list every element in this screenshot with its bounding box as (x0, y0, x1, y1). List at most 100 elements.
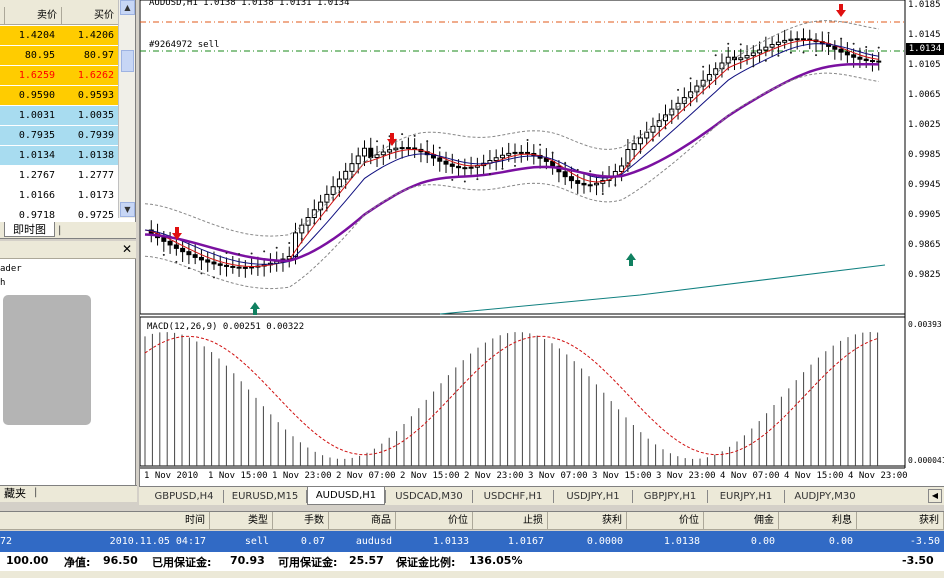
terminal-column-header[interactable]: 利息 (779, 512, 857, 530)
quote-row[interactable]: 0.9718 0.9725 (0, 206, 118, 222)
fast-ma-line (144, 39, 879, 268)
sar-dot (702, 65, 705, 68)
candle-body (387, 149, 393, 153)
tab-audusd-h1[interactable]: AUDUSD,H1 (307, 487, 385, 505)
time-axis-tick: 4 Nov 07:00 (720, 471, 780, 481)
bid-column-header[interactable]: 卖价 (4, 7, 61, 24)
navigator-item[interactable]: ader (0, 264, 22, 274)
tab-separator: | (34, 487, 38, 498)
terminal-column-header[interactable]: 商品 (329, 512, 396, 530)
chart-tabs-scroll[interactable]: ◀ (928, 489, 942, 503)
sar-dot (313, 222, 316, 225)
sar-dot (212, 276, 215, 279)
tab-usdjpy-h1[interactable]: USDJPY,H1 (554, 488, 632, 505)
bid-price: 1.6259 (18, 70, 55, 81)
navigator-item[interactable]: h (0, 278, 5, 288)
scroll-up-button[interactable]: ▲ (120, 0, 135, 15)
sar-dot (426, 140, 429, 143)
scroll-thumb[interactable] (121, 50, 134, 72)
candle-body (807, 38, 813, 41)
price-axis-tick: 0.9825 (908, 270, 941, 280)
quote-row[interactable]: 1.0134 1.0138 (0, 146, 118, 166)
terminal-column-header[interactable]: 佣金 (704, 512, 779, 530)
chart-title: AUDUSD,H1 1.0138 1.0138 1.0131 1.0134 (149, 0, 350, 8)
terminal-column-header[interactable]: 价位 (396, 512, 473, 530)
candle-body (318, 201, 324, 211)
sar-dot (200, 272, 203, 275)
terminal-cell: -3.50 (909, 536, 940, 547)
quote-row[interactable]: 0.7935 0.7939 (0, 126, 118, 146)
candle-body (361, 147, 367, 157)
tab-favorites[interactable]: 藏夹 (0, 487, 30, 501)
table-row[interactable]: 72 2010.11.05 04:17 sell 0.07 audusd 1.0133 1.… (0, 531, 944, 552)
candle-body (788, 38, 794, 41)
quote-row[interactable]: 1.4204 1.4206 (0, 26, 118, 46)
navigator-panel: ✕ ader h (0, 241, 136, 485)
terminal-column-header[interactable]: 时间 (140, 512, 210, 530)
tab-eurusd-m15[interactable]: EURUSD,M15 (224, 488, 306, 505)
bid-price: 1.4204 (18, 30, 55, 41)
candle-body (650, 125, 656, 133)
terminal-column-header[interactable]: 价位 (627, 512, 704, 530)
terminal-column-header[interactable]: 止损 (473, 512, 548, 530)
quote-row[interactable]: 0.9590 0.9593 (0, 86, 118, 106)
market-watch-tabs: 即时图 | (0, 222, 136, 239)
quote-row[interactable]: 80.95 80.97 (0, 46, 118, 66)
favorites-bar: 藏夹 | (0, 485, 137, 502)
sar-dot (363, 160, 366, 163)
candle-body (405, 147, 411, 150)
candle-body (198, 256, 204, 261)
quote-row[interactable]: 1.0166 1.0173 (0, 186, 118, 206)
terminal-column-header[interactable]: 获利 (857, 512, 944, 530)
quote-row[interactable]: 1.2767 1.2777 (0, 166, 118, 186)
sar-dot (840, 37, 843, 40)
candle-body (844, 51, 850, 56)
sar-dot (187, 267, 190, 270)
ask-price: 1.0035 (77, 110, 114, 121)
sar-dot (752, 65, 755, 68)
tab-audjpy-m30[interactable]: AUDJPY,M30 (785, 488, 865, 505)
current-price-label: 1.0134 (906, 43, 944, 55)
ask-price: 80.97 (83, 50, 114, 61)
terminal-cell: 0.07 (300, 536, 325, 547)
quote-row[interactable]: 1.0031 1.0035 (0, 106, 118, 126)
terminal-column-header[interactable]: 类型 (210, 512, 273, 530)
market-watch-panel: 卖价 买价 1.4204 1.4206 80.95 80.97 1.6259 1.6262… (0, 0, 136, 222)
tab-gbpjpy-h1[interactable]: GBPJPY,H1 (633, 488, 707, 505)
time-axis-tick: 3 Nov 23:00 (656, 471, 716, 481)
price-axis-tick: 0.9945 (908, 180, 941, 190)
sar-dot (376, 140, 379, 143)
scroll-down-button[interactable]: ▼ (120, 202, 135, 217)
price-chart[interactable] (140, 0, 944, 486)
ask-price: 1.0173 (77, 190, 114, 201)
chart-window[interactable]: AUDUSD,H1 1.0138 1.0138 1.0131 1.0134 #9… (139, 0, 944, 486)
candle-body (663, 114, 669, 122)
sar-dot (651, 138, 654, 141)
terminal-column-header[interactable]: 获利 (548, 512, 627, 530)
candle-body (217, 263, 223, 266)
tab-usdcad-m30[interactable]: USDCAD,M30 (386, 488, 472, 505)
time-axis-tick: 3 Nov 15:00 (592, 471, 652, 481)
tab-usdchf-h1[interactable]: USDCHF,H1 (473, 488, 553, 505)
tab-realtime-chart[interactable]: 即时图 (4, 222, 55, 237)
candle-body (750, 52, 756, 57)
market-watch-titlebar (0, 0, 135, 7)
sar-dot (539, 143, 542, 146)
candle-body (857, 56, 863, 60)
candle-body (211, 261, 217, 265)
market-watch-scrollbar[interactable]: ▲ ▼ (118, 0, 135, 218)
quote-row[interactable]: 1.6259 1.6262 (0, 66, 118, 86)
sar-dot (275, 246, 278, 249)
ask-price: 1.6262 (77, 70, 114, 81)
ask-column-header[interactable]: 买价 (61, 7, 118, 24)
candle-body (161, 237, 167, 242)
candle-body (562, 171, 568, 178)
tab-eurjpy-h1[interactable]: EURJPY,H1 (708, 488, 784, 505)
sar-dot (714, 54, 717, 57)
sar-dot (514, 164, 516, 167)
close-icon[interactable]: ✕ (120, 243, 134, 257)
total-profit-value: -3.50 (902, 554, 934, 567)
tab-gbpusd-h4[interactable]: GBPUSD,H4 (145, 488, 223, 505)
terminal-column-header[interactable]: 手数 (273, 512, 329, 530)
sar-dot (338, 191, 341, 194)
